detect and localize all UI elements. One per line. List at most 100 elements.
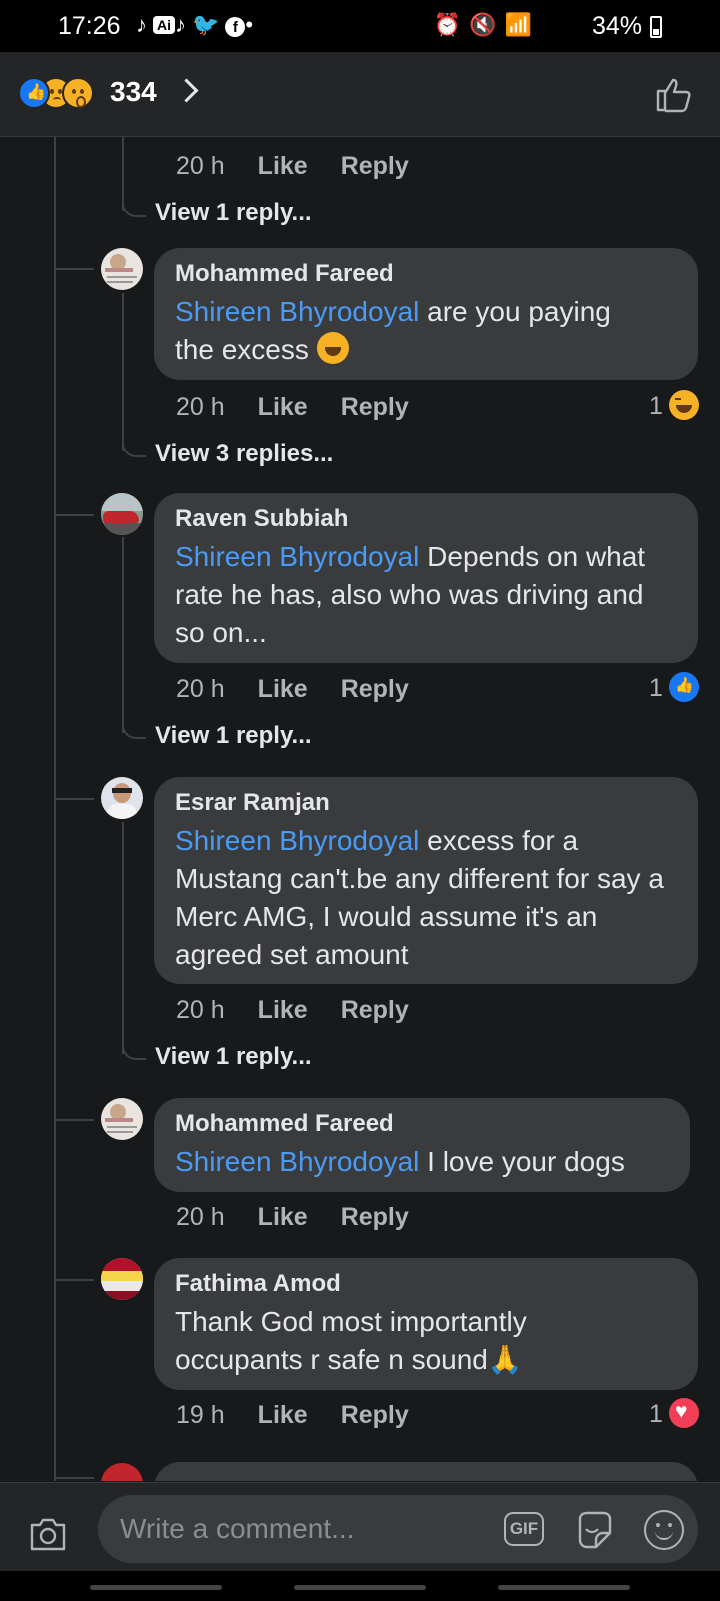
comment-actions: 19 h Like Reply	[176, 1401, 442, 1430]
reaction-count[interactable]: 334	[110, 76, 157, 108]
like-reaction-icon	[18, 77, 50, 109]
view-replies-link[interactable]: View 1 reply...	[155, 722, 312, 750]
status-time: 17:26	[58, 12, 121, 40]
comment-text: Thank God most importantly occupants r sa…	[175, 1303, 677, 1379]
laughing-emoji-icon	[316, 332, 349, 364]
camera-icon[interactable]	[28, 1513, 68, 1553]
comment-time: 20 h	[176, 1203, 225, 1231]
avatar[interactable]	[101, 248, 143, 290]
nav-back-button[interactable]	[498, 1585, 630, 1590]
reaction-count[interactable]: 1	[649, 674, 663, 703]
reaction-count[interactable]: 1	[649, 1400, 663, 1429]
dot-icon: •	[245, 12, 260, 37]
nav-recents-button[interactable]	[90, 1585, 222, 1590]
tiktok-icon: ♪	[175, 12, 192, 37]
reaction-count[interactable]: 1	[649, 392, 663, 421]
view-replies-link[interactable]: View 1 reply...	[155, 1043, 312, 1071]
comment-time: 20 h	[176, 393, 225, 421]
comment-text: Shireen Bhyrodoyal I love your dogs	[175, 1146, 625, 1177]
comment-composer: GIF	[0, 1482, 720, 1601]
folded-hands-emoji-icon: 🙏	[487, 1344, 523, 1375]
gif-icon[interactable]: GIF	[504, 1512, 544, 1546]
like-link[interactable]: Like	[258, 996, 308, 1024]
twitter-icon: 🐦	[192, 12, 226, 37]
sticker-icon[interactable]	[574, 1509, 616, 1551]
reply-link[interactable]: Reply	[341, 675, 409, 703]
mention-link[interactable]: Shireen Bhyrodoyal	[175, 1146, 419, 1177]
view-replies-link[interactable]: View 3 replies...	[155, 440, 333, 468]
mute-icon: 🔇	[469, 12, 505, 37]
system-icons: ⏰🔇📶	[434, 12, 540, 38]
reply-link[interactable]: Reply	[341, 393, 409, 421]
reply-line	[122, 537, 124, 733]
reply-link[interactable]: Reply	[341, 1203, 409, 1231]
reply-link[interactable]: Reply	[341, 152, 409, 180]
thread-connector	[56, 798, 94, 800]
thread-connector	[56, 1119, 94, 1121]
comment-bubble[interactable]: Raven Subbiah Shireen Bhyrodoyal Depends…	[154, 493, 698, 663]
like-link[interactable]: Like	[258, 675, 308, 703]
reactions-header: 334	[0, 52, 720, 137]
reply-link[interactable]: Reply	[341, 996, 409, 1024]
avatar[interactable]	[101, 493, 143, 535]
like-link[interactable]: Like	[258, 152, 308, 180]
mention-link[interactable]: Shireen Bhyrodoyal	[175, 825, 419, 856]
system-nav-bar	[0, 1571, 720, 1601]
comment-bubble[interactable]: Fathima Amod Thank God most importantly o…	[154, 1258, 698, 1390]
comment-actions: 20 h Like Reply	[176, 1203, 442, 1232]
comment-list[interactable]: 20 h Like Reply View 1 reply... Mohammed F…	[0, 137, 720, 1481]
comment-bubble[interactable]: Mohammed Fareed Shireen Bhyrodoyal are y…	[154, 248, 698, 380]
battery-icon	[650, 16, 662, 38]
alarm-icon: ⏰	[433, 12, 470, 37]
comment-text: Shireen Bhyrodoyal are you paying the exc…	[175, 296, 611, 365]
heart-reaction-icon[interactable]	[669, 1398, 699, 1428]
comment-text: Shireen Bhyrodoyal Depends on what rate …	[175, 541, 646, 648]
comment-time: 20 h	[176, 996, 225, 1024]
facebook-icon: f	[225, 17, 246, 37]
notification-icons: ♪ Ai ♪🐦 f •	[136, 12, 259, 38]
reply-link[interactable]: Reply	[341, 1401, 409, 1429]
avatar[interactable]	[101, 777, 143, 819]
comment-bubble[interactable]	[154, 1462, 698, 1481]
comment-time: 20 h	[176, 152, 225, 180]
ai-icon: Ai	[153, 16, 175, 34]
view-replies-link[interactable]: View 1 reply...	[155, 199, 312, 227]
comment-text: Shireen Bhyrodoyal excess for a Mustang …	[175, 825, 664, 970]
commenter-name[interactable]: Esrar Ramjan	[175, 789, 677, 817]
like-reaction-icon[interactable]	[669, 672, 699, 702]
like-link[interactable]: Like	[258, 1401, 308, 1429]
wifi-icon: 📶	[504, 12, 540, 37]
reply-line	[122, 822, 124, 1054]
comment-actions: 20 h Like Reply	[176, 675, 442, 704]
chevron-right-icon[interactable]	[174, 78, 199, 103]
comment-actions: 20 h Like Reply	[176, 393, 442, 422]
avatar[interactable]	[101, 1463, 143, 1481]
commenter-name[interactable]: Raven Subbiah	[175, 505, 677, 533]
status-bar: 17:26 ♪ Ai ♪🐦 f • ⏰🔇📶 34%	[0, 0, 720, 52]
avatar[interactable]	[101, 1258, 143, 1300]
commenter-name[interactable]: Mohammed Fareed	[175, 260, 677, 288]
reply-line	[122, 293, 124, 451]
nav-home-button[interactable]	[294, 1585, 426, 1590]
mention-link[interactable]: Shireen Bhyrodoyal	[175, 541, 419, 572]
reply-elbow	[122, 1036, 146, 1060]
mention-link[interactable]: Shireen Bhyrodoyal	[175, 296, 419, 327]
commenter-name[interactable]: Fathima Amod	[175, 1270, 677, 1298]
avatar[interactable]	[101, 1098, 143, 1140]
reply-elbow	[122, 193, 146, 217]
thread-connector	[56, 1477, 94, 1479]
commenter-name[interactable]: Mohammed Fareed	[175, 1110, 669, 1138]
thread-connector	[56, 268, 94, 270]
comment-bubble[interactable]: Esrar Ramjan Shireen Bhyrodoyal excess f…	[154, 777, 698, 984]
thread-connector	[56, 1279, 94, 1281]
comment-time: 20 h	[176, 675, 225, 703]
like-button[interactable]	[654, 74, 694, 114]
haha-reaction-icon[interactable]	[669, 390, 699, 420]
emoji-icon[interactable]	[644, 1510, 684, 1550]
comment-bubble[interactable]: Mohammed Fareed Shireen Bhyrodoyal I lov…	[154, 1098, 690, 1192]
comment-actions: 20 h Like Reply	[176, 152, 442, 181]
like-link[interactable]: Like	[258, 393, 308, 421]
like-link[interactable]: Like	[258, 1203, 308, 1231]
tiktok-icon: ♪	[136, 12, 153, 37]
reply-elbow	[122, 433, 146, 457]
